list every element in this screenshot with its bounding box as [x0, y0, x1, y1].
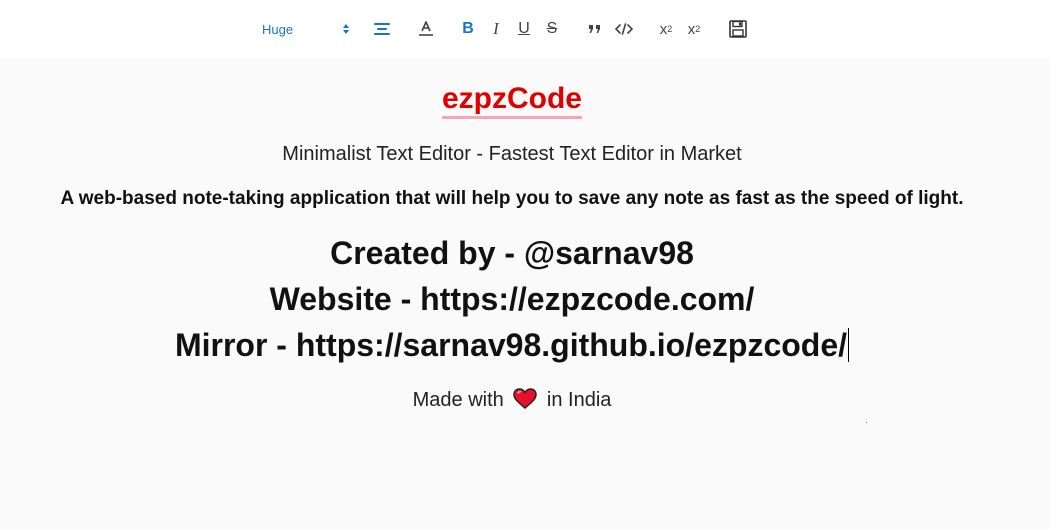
code-block-button[interactable] — [613, 17, 635, 41]
doc-subtitle: Minimalist Text Editor - Fastest Text Ed… — [282, 143, 742, 165]
made-with-line: Made with in India — [0, 388, 1024, 415]
superscript-button[interactable]: x2 — [684, 17, 704, 41]
chevron-updown-icon — [342, 23, 350, 35]
font-size-value: Huge — [262, 21, 294, 37]
code-icon — [615, 23, 633, 35]
editor-content[interactable]: ezpzCode Minimalist Text Editor - Fastes… — [0, 58, 1050, 529]
doc-title: ezpzCode — [0, 82, 1024, 119]
created-by-line: Created by - @sarnav98 — [330, 235, 694, 271]
subscript-mark: 2 — [667, 24, 673, 34]
underline-button[interactable]: U — [514, 17, 534, 41]
quote-icon — [589, 25, 600, 33]
subscript-button[interactable]: x2 — [656, 17, 676, 41]
superscript-label: x — [687, 20, 696, 38]
doc-title-text: ezpzCode — [441, 82, 582, 119]
underline-label: U — [518, 20, 530, 37]
editor-toolbar: Huge B I U S x2 x2 — [0, 0, 1050, 58]
made-with-prefix: Made with — [412, 389, 504, 411]
text-color-button[interactable] — [415, 17, 437, 41]
doc-description: A web-based note-taking application that… — [60, 188, 964, 209]
subscript-label: x — [659, 20, 668, 38]
italic-label: I — [493, 19, 499, 38]
website-line: Website - https://ezpzcode.com/ — [269, 281, 755, 317]
bold-button[interactable]: B — [458, 17, 478, 41]
stray-dot — [866, 422, 867, 423]
text-caret — [848, 328, 850, 362]
font-size-select[interactable]: Huge — [262, 17, 354, 41]
strikethrough-button[interactable]: S — [542, 17, 562, 41]
save-button[interactable] — [727, 17, 749, 41]
heart-icon — [513, 388, 538, 415]
align-center-icon — [374, 23, 390, 35]
mirror-text: Mirror - https://sarnav98.github.io/ezpz… — [174, 327, 848, 363]
superscript-mark: 2 — [695, 24, 701, 34]
mirror-line: Mirror - https://sarnav98.github.io/ezpz… — [0, 327, 1024, 364]
made-with-suffix: in India — [546, 389, 612, 411]
blockquote-button[interactable] — [585, 17, 605, 41]
bold-label: B — [462, 20, 474, 37]
italic-button[interactable]: I — [486, 17, 506, 41]
strike-label: S — [546, 20, 558, 37]
align-center-button[interactable] — [372, 17, 392, 41]
text-color-icon — [419, 21, 433, 36]
save-icon — [729, 20, 747, 38]
